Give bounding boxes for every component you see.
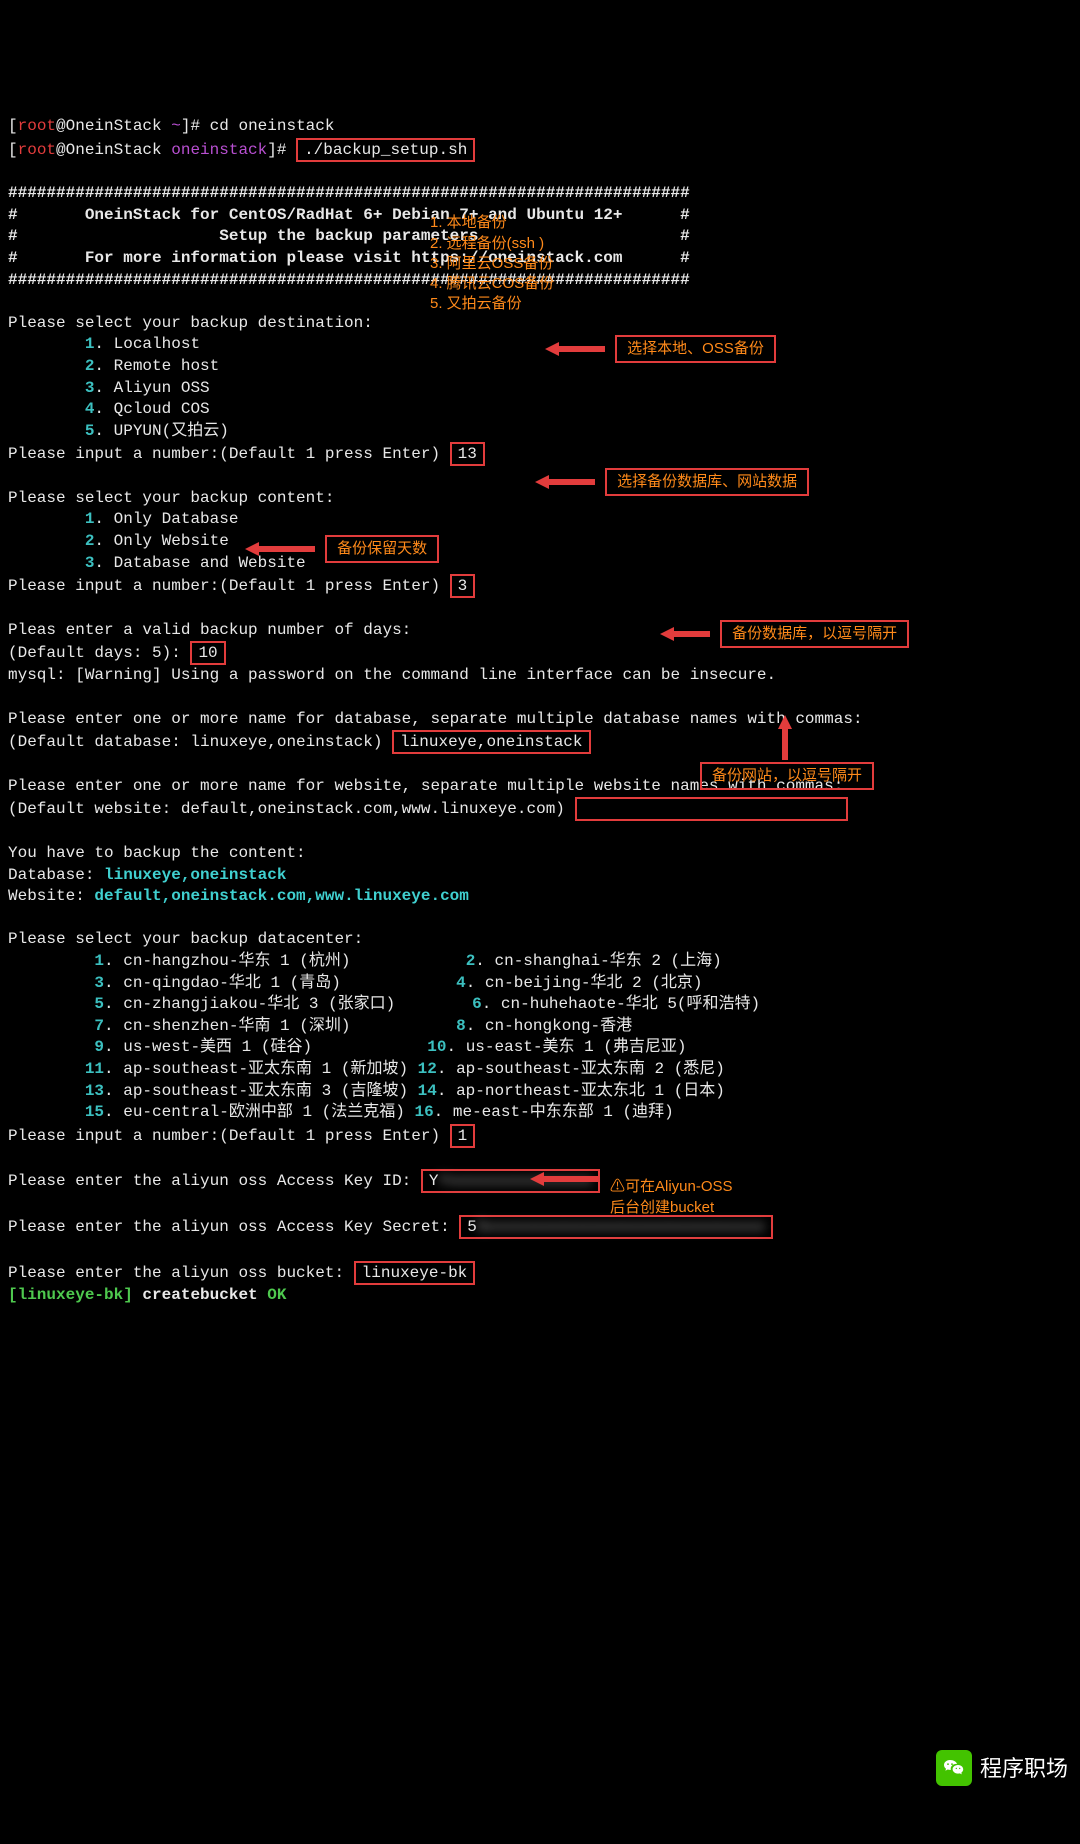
content-title: Please select your backup content: <box>8 489 334 507</box>
input-access-key-secret[interactable]: 55xxxxxxxxxxxxxxxxxxxxxxxxxxxxx <box>459 1215 773 1239</box>
input-destination[interactable]: 13 <box>450 442 485 466</box>
anno-arrow-2: 选择备份数据库、网站数据 <box>535 468 809 496</box>
result-status: OK <box>267 1286 286 1304</box>
wechat-icon <box>936 1750 972 1786</box>
dest-title: Please select your backup destination: <box>8 314 373 332</box>
result-bucket: [linuxeye-bk] <box>8 1286 133 1304</box>
input-content[interactable]: 3 <box>450 574 476 598</box>
input-websites[interactable] <box>575 797 849 821</box>
watermark-brand: 程序职场 <box>936 1750 1068 1786</box>
summary-databases: linuxeye,oneinstack <box>104 866 286 884</box>
summary-websites: default,oneinstack.com,www.linuxeye.com <box>94 887 468 905</box>
anno-arrow-4: 备份数据库，以逗号隔开 <box>660 620 909 648</box>
anno-arrow-5 <box>776 715 794 760</box>
input-days[interactable]: 10 <box>190 641 225 665</box>
prompt-user: root <box>18 117 56 135</box>
command-2: ./backup_setup.sh <box>296 138 475 162</box>
anno-bucket-tip: ⚠可在Aliyun-OSS 后台创建bucket <box>610 1157 733 1218</box>
anno-arrow-6 <box>530 1169 600 1189</box>
brand-text: 程序职场 <box>980 1754 1068 1784</box>
input-datacenter[interactable]: 1 <box>450 1124 476 1148</box>
input-bucket[interactable]: linuxeye-bk <box>354 1261 476 1285</box>
input-databases[interactable]: linuxeye,oneinstack <box>392 730 590 754</box>
anno-arrow-3: 备份保留天数 <box>245 535 439 563</box>
anno-dest-legend: 1. 本地备份 2. 远程备份(ssh ) 3. 阿里云OSS备份 4. 腾讯云… <box>430 193 554 315</box>
datacenter-title: Please select your backup datacenter: <box>8 930 363 948</box>
anno-arrow-1: 选择本地、OSS备份 <box>545 335 776 363</box>
command-1: cd oneinstack <box>210 117 335 135</box>
